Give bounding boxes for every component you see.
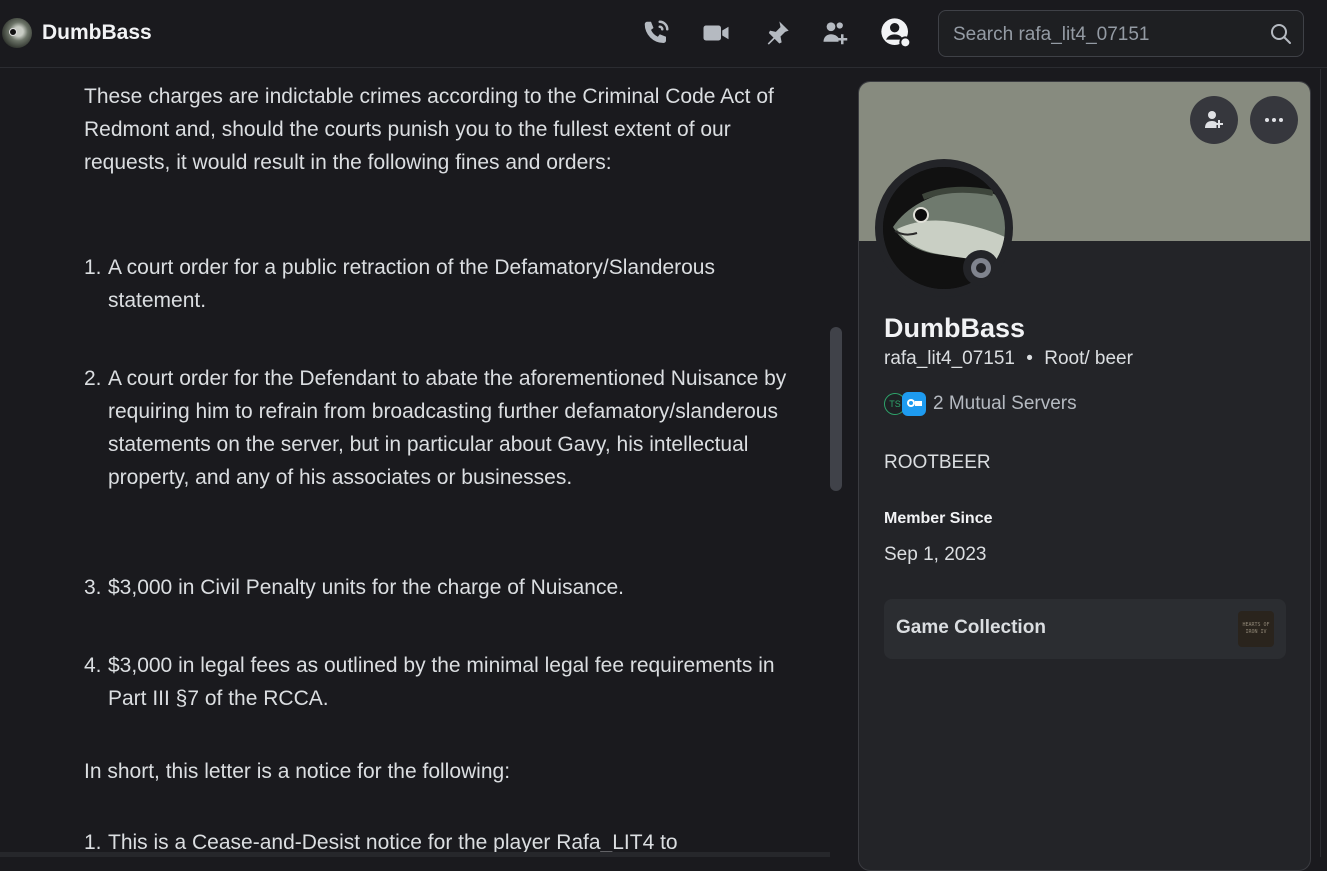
message-paragraph: In short, this letter is a notice for th… xyxy=(84,760,511,783)
game-thumb-text: HEARTS OF IRON IV xyxy=(1242,622,1270,635)
mutual-servers-link[interactable]: TS 2 Mutual Servers xyxy=(884,391,1077,417)
profile-toggle-icon[interactable] xyxy=(879,16,913,50)
search-icon[interactable] xyxy=(1269,22,1293,46)
message-scrollbar[interactable] xyxy=(830,327,842,491)
add-friend-icon xyxy=(1205,111,1223,128)
game-collection-label: Game Collection xyxy=(896,617,1046,638)
list-number: 2. xyxy=(84,367,102,390)
pin-icon[interactable] xyxy=(760,16,794,50)
user-profile-panel: DumbBass rafa_lit4_07151 • Root/ beer TS… xyxy=(858,81,1311,871)
list-text: $3,000 in Civil Penalty units for the ch… xyxy=(108,576,624,599)
search-box[interactable] xyxy=(938,10,1304,58)
window-edge xyxy=(1320,69,1327,857)
dm-title[interactable]: DumbBass xyxy=(42,21,152,45)
game-collection-card[interactable]: Game Collection HEARTS OF IRON IV xyxy=(884,599,1286,659)
member-since-label: Member Since xyxy=(884,510,993,527)
server-icon xyxy=(902,392,926,416)
status-indicator xyxy=(963,250,999,286)
list-number: 3. xyxy=(84,576,102,599)
horizontal-divider xyxy=(0,852,830,857)
game-thumbnail: HEARTS OF IRON IV xyxy=(1238,611,1274,647)
phone-call-icon[interactable] xyxy=(639,16,673,50)
add-friend-button[interactable] xyxy=(1190,96,1238,144)
add-friend-icon[interactable] xyxy=(819,16,853,50)
header-bar: DumbBass xyxy=(0,0,1327,68)
message-area[interactable]: These charges are indictable crimes acco… xyxy=(0,69,848,857)
profile-bio: ROOTBEER xyxy=(884,452,991,473)
profile-pronouns: Root/ beer xyxy=(1044,348,1133,369)
list-number: 4. xyxy=(84,654,102,677)
offline-status-icon xyxy=(971,258,991,278)
member-since-date: Sep 1, 2023 xyxy=(884,544,987,565)
search-input[interactable] xyxy=(951,11,1255,58)
list-text: A court order for the Defendant to abate… xyxy=(108,367,787,489)
list-text: $3,000 in legal fees as outlined by the … xyxy=(108,654,775,710)
message-paragraph: These charges are indictable crimes acco… xyxy=(84,85,774,174)
video-camera-icon[interactable] xyxy=(699,16,733,50)
profile-display-name: DumbBass xyxy=(884,313,1026,343)
mutual-servers-label: 2 Mutual Servers xyxy=(933,393,1077,414)
profile-username-row: rafa_lit4_07151 • Root/ beer xyxy=(884,348,1133,370)
dm-avatar[interactable] xyxy=(2,18,32,48)
ellipsis-icon xyxy=(1265,118,1283,122)
more-options-button[interactable] xyxy=(1250,96,1298,144)
list-number: 1. xyxy=(84,256,102,279)
separator-dot: • xyxy=(1026,348,1033,369)
avatar-fish-eye xyxy=(9,28,17,36)
list-text: A court order for a public retraction of… xyxy=(108,256,715,312)
profile-username[interactable]: rafa_lit4_07151 xyxy=(884,348,1015,369)
